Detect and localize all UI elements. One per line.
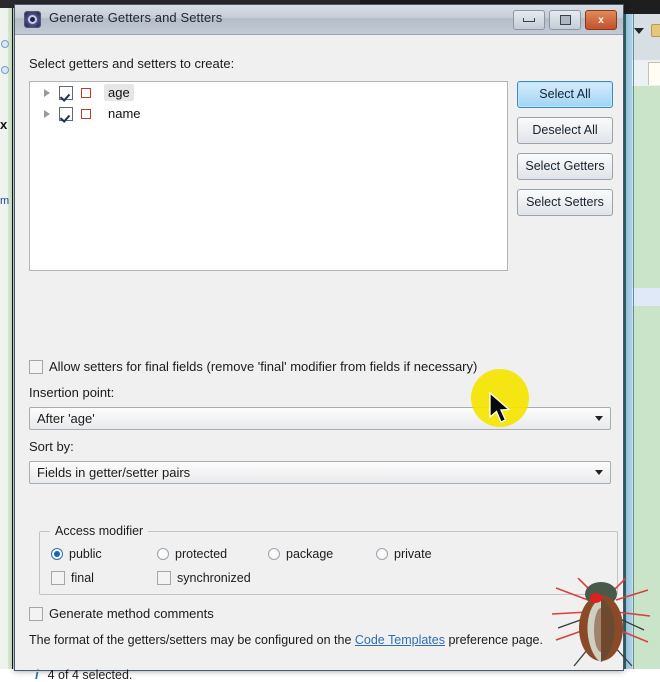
deselect-all-button[interactable]: Deselect All — [517, 117, 613, 144]
tree-checkbox[interactable] — [59, 106, 73, 121]
radio-public-label: public — [69, 547, 102, 561]
bg-right-scroll-band — [626, 14, 632, 669]
field-icon — [81, 108, 91, 119]
radio-private-label: private — [394, 547, 432, 561]
radio-public[interactable]: public — [51, 547, 102, 561]
fields-tree[interactable]: age name — [29, 81, 508, 271]
code-templates-hint: The format of the getters/setters may be… — [29, 633, 543, 647]
window-buttons: x — [513, 10, 617, 30]
radio-protected[interactable]: protected — [157, 547, 227, 561]
access-modifier-title: Access modifier — [50, 524, 149, 538]
info-icon: i — [35, 667, 39, 682]
generate-method-comments-checkbox[interactable] — [29, 606, 43, 621]
final-label: final — [71, 571, 94, 585]
tree-item-label[interactable]: name — [104, 105, 145, 122]
checkbox-final[interactable]: final — [51, 571, 94, 585]
radio-protected-label: protected — [175, 547, 228, 561]
hint-suffix: preference page. — [444, 633, 543, 647]
allow-setters-final-fields-row[interactable]: Allow setters for final fields (remove '… — [29, 359, 477, 374]
bg-left-divider — [12, 8, 13, 669]
select-getters-button[interactable]: Select Getters — [517, 153, 613, 180]
maximize-button[interactable] — [549, 10, 581, 30]
tree-item-label[interactable]: age — [104, 84, 134, 101]
chevron-down-icon[interactable] — [595, 470, 603, 475]
radio-package[interactable]: package — [268, 547, 333, 561]
final-checkbox[interactable] — [51, 571, 65, 585]
radio-package-label: package — [286, 547, 334, 561]
select-all-button[interactable]: Select All — [517, 81, 613, 108]
dialog-titlebar[interactable]: Generate Getters and Setters x — [15, 5, 623, 35]
expand-arrow-icon[interactable] — [44, 109, 50, 118]
select-prompt-label: Select getters and setters to create: — [29, 56, 235, 71]
tree-row[interactable]: age — [30, 82, 507, 103]
eclipse-app-icon — [24, 11, 41, 28]
generate-method-comments-row[interactable]: Generate method comments — [29, 606, 214, 621]
bg-editor-text: m — [0, 195, 10, 207]
radio-public-icon[interactable] — [51, 548, 63, 560]
tree-row[interactable]: name — [30, 103, 507, 124]
maximize-icon — [559, 15, 571, 25]
bg-toolbar-icon — [651, 24, 660, 37]
sort-by-value: Fields in getter/setter pairs — [37, 465, 191, 480]
bg-right-border — [624, 14, 626, 669]
bg-error-marker-icon: x — [0, 117, 8, 132]
generate-method-comments-label: Generate method comments — [49, 606, 214, 621]
selection-buttons: Select All Deselect All Select Getters S… — [517, 81, 613, 225]
status-text: 4 of 4 selected. — [47, 667, 133, 682]
minimize-button[interactable] — [513, 10, 545, 30]
bg-gutter-marker-2 — [1, 66, 9, 74]
tree-checkbox[interactable] — [59, 85, 73, 100]
sort-by-combobox[interactable]: Fields in getter/setter pairs — [29, 461, 611, 484]
radio-protected-icon[interactable] — [157, 548, 169, 560]
hint-prefix: The format of the getters/setters may be… — [29, 633, 355, 647]
chevron-down-icon[interactable] — [595, 416, 603, 421]
minimize-icon — [523, 18, 535, 22]
code-templates-link[interactable]: Code Templates — [355, 633, 445, 647]
bg-left-gutter — [0, 8, 8, 669]
chevron-down-icon — [634, 28, 644, 34]
bg-gutter-marker-1 — [1, 40, 9, 48]
insertion-point-combobox[interactable]: After 'age' — [29, 407, 611, 430]
status-line: i 4 of 4 selected. — [35, 667, 132, 682]
bg-right-scroll-line — [633, 14, 634, 669]
radio-private[interactable]: private — [376, 547, 432, 561]
allow-setters-label: Allow setters for final fields (remove '… — [49, 359, 478, 374]
allow-setters-checkbox[interactable] — [29, 359, 43, 374]
insertion-point-value: After 'age' — [37, 411, 95, 426]
radio-private-icon[interactable] — [376, 548, 388, 560]
sort-by-label: Sort by: — [29, 439, 74, 454]
dialog-title: Generate Getters and Setters — [49, 10, 223, 25]
radio-package-icon[interactable] — [268, 548, 280, 560]
synchronized-checkbox[interactable] — [157, 571, 171, 585]
synchronized-label: synchronized — [177, 571, 251, 585]
bg-right-tab — [648, 62, 660, 85]
close-button[interactable]: x — [585, 10, 617, 30]
select-setters-button[interactable]: Select Setters — [517, 189, 613, 216]
field-icon — [81, 87, 91, 98]
generate-getters-setters-dialog: Generate Getters and Setters x Select ge… — [14, 4, 624, 682]
expand-arrow-icon[interactable] — [44, 88, 50, 97]
insertion-point-label: Insertion point: — [29, 385, 115, 400]
access-modifier-group: Access modifier public protected package… — [39, 524, 618, 595]
checkbox-synchronized[interactable]: synchronized — [157, 571, 251, 585]
